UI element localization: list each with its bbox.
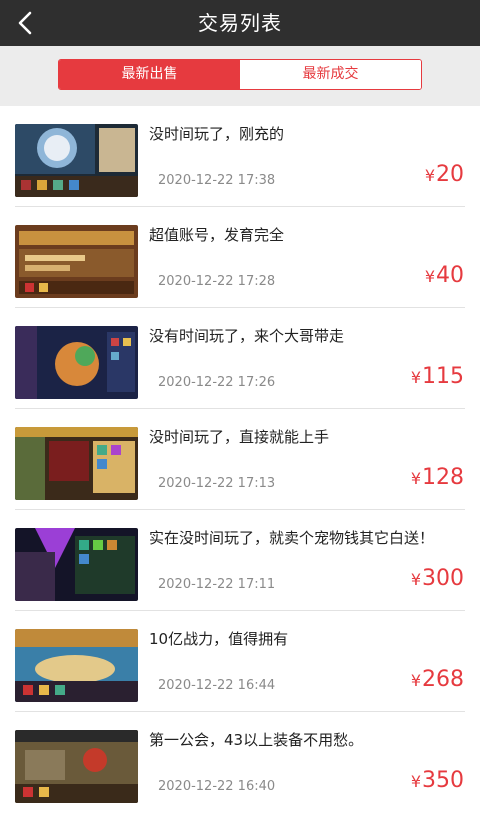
- currency-symbol: ¥: [410, 368, 421, 387]
- currency-symbol: ¥: [410, 671, 421, 690]
- segmented-control: 最新出售 最新成交: [58, 59, 422, 90]
- list-item[interactable]: 实在没时间玩了，就卖个宠物钱其它白送！ 2020-12-22 17:11 ¥30…: [0, 510, 480, 611]
- item-price: ¥128: [411, 465, 464, 490]
- list-item[interactable]: 10亿战力，值得拥有 2020-12-22 16:44 ¥268: [0, 611, 480, 712]
- item-price: ¥40: [425, 263, 464, 288]
- item-title: 没有时间玩了，来个大哥带走: [149, 327, 345, 345]
- item-title: 10亿战力，值得拥有: [149, 630, 289, 648]
- item-price: ¥20: [425, 162, 464, 187]
- currency-symbol: ¥: [410, 570, 421, 589]
- tab-bar: 最新出售 最新成交: [0, 46, 480, 106]
- item-title: 第一公会，43以上装备不用愁。: [149, 731, 364, 749]
- item-time: 2020-12-22 17:26: [158, 375, 276, 390]
- app-header: 交易列表: [0, 0, 480, 46]
- item-price: ¥115: [411, 364, 464, 389]
- item-price: ¥300: [411, 566, 464, 591]
- item-title: 超值账号，发育完全: [149, 226, 285, 244]
- page-title: 交易列表: [198, 11, 282, 35]
- currency-symbol: ¥: [410, 469, 421, 488]
- item-price: ¥350: [411, 768, 464, 793]
- currency-symbol: ¥: [410, 772, 421, 791]
- item-time: 2020-12-22 17:13: [158, 476, 276, 491]
- item-title: 实在没时间玩了，就卖个宠物钱其它白送！: [149, 529, 435, 547]
- item-time: 2020-12-22 16:44: [158, 678, 276, 693]
- price-value: 115: [422, 364, 464, 389]
- item-time: 2020-12-22 17:28: [158, 274, 276, 289]
- price-value: 40: [436, 263, 464, 288]
- currency-symbol: ¥: [424, 166, 435, 185]
- item-thumbnail: [15, 629, 138, 702]
- item-time: 2020-12-22 16:40: [158, 779, 276, 794]
- item-title: 没时间玩了，直接就能上手: [149, 428, 330, 446]
- tab-latest-sale[interactable]: 最新出售: [59, 60, 240, 89]
- item-title: 没时间玩了，刚充的: [149, 125, 285, 143]
- item-price: ¥268: [411, 667, 464, 692]
- item-thumbnail: [15, 124, 138, 197]
- list-item[interactable]: 超值账号，发育完全 2020-12-22 17:28 ¥40: [0, 207, 480, 308]
- price-value: 300: [422, 566, 464, 591]
- item-thumbnail: [15, 326, 138, 399]
- item-time: 2020-12-22 17:11: [158, 577, 276, 592]
- price-value: 128: [422, 465, 464, 490]
- item-thumbnail: [15, 427, 138, 500]
- list-item[interactable]: 没时间玩了，刚充的 2020-12-22 17:38 ¥20: [0, 106, 480, 207]
- price-value: 20: [436, 162, 464, 187]
- price-value: 350: [422, 768, 464, 793]
- price-value: 268: [422, 667, 464, 692]
- list-item[interactable]: 没有时间玩了，来个大哥带走 2020-12-22 17:26 ¥115: [0, 308, 480, 409]
- item-thumbnail: [15, 225, 138, 298]
- tab-latest-deal[interactable]: 最新成交: [240, 60, 421, 89]
- item-thumbnail: [15, 730, 138, 803]
- list-item[interactable]: 没时间玩了，直接就能上手 2020-12-22 17:13 ¥128: [0, 409, 480, 510]
- list-item[interactable]: 第一公会，43以上装备不用愁。 2020-12-22 16:40 ¥350: [0, 712, 480, 813]
- item-time: 2020-12-22 17:38: [158, 173, 276, 188]
- trade-list: 没时间玩了，刚充的 2020-12-22 17:38 ¥20 超值账号，发育完全…: [0, 106, 480, 813]
- item-thumbnail: [15, 528, 138, 601]
- currency-symbol: ¥: [424, 267, 435, 286]
